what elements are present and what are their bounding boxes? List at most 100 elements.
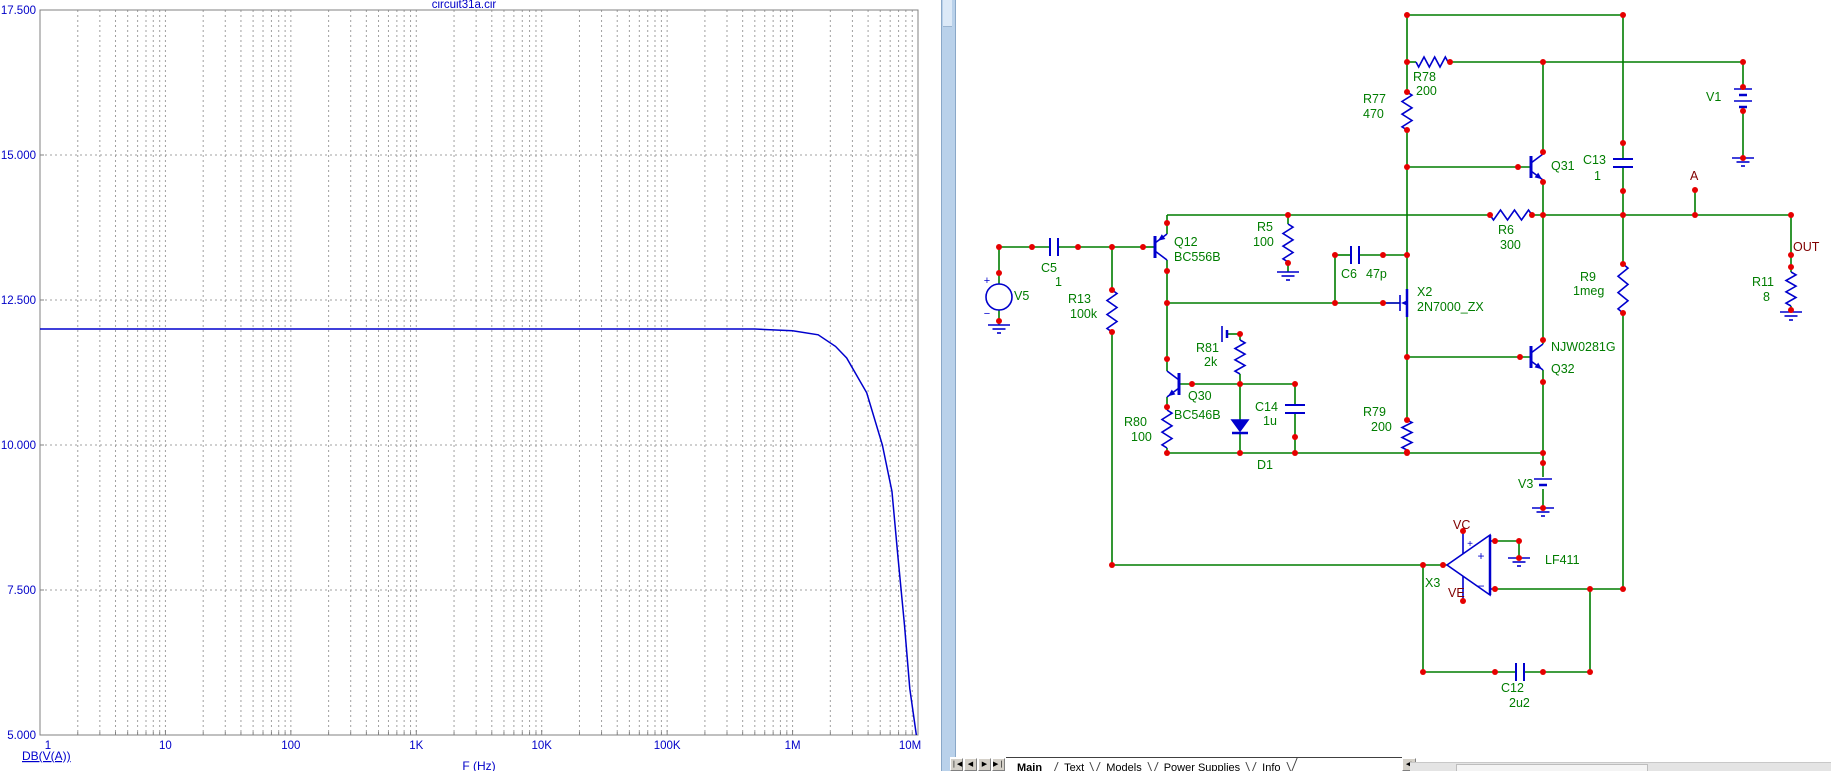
- component-label[interactable]: Q12: [1174, 235, 1198, 249]
- component-label[interactable]: X2: [1417, 285, 1432, 299]
- component-label[interactable]: C5: [1041, 261, 1057, 275]
- schematic-canvas[interactable]: +−+−+R78200R77470V1Q31 C131R6300R5100C6 47…: [0, 0, 1831, 771]
- component-V1[interactable]: [1734, 88, 1752, 109]
- tab-text[interactable]: Text: [1053, 762, 1095, 771]
- component-Q32[interactable]: [1529, 343, 1544, 371]
- component-label[interactable]: R77: [1363, 92, 1386, 106]
- schematic: +−+−+R78200R77470V1Q31 C131R6300R5100C6 47…: [984, 12, 1820, 710]
- component-R6[interactable]: [1489, 208, 1533, 222]
- component-label[interactable]: 2u2: [1509, 696, 1530, 710]
- junction-dot: [1740, 84, 1746, 90]
- component-label[interactable]: C13: [1583, 153, 1606, 167]
- component-label[interactable]: 47p: [1366, 267, 1387, 281]
- component-label[interactable]: 100k: [1070, 307, 1098, 321]
- component-label[interactable]: 200: [1416, 84, 1437, 98]
- component-label[interactable]: 300: [1500, 238, 1521, 252]
- junction-dot: [1540, 460, 1546, 466]
- component-label[interactable]: Q30: [1188, 389, 1212, 403]
- component-label[interactable]: 200: [1371, 420, 1392, 434]
- first-page-button[interactable]: ❘◀: [950, 758, 963, 771]
- component-label[interactable]: V5: [1014, 289, 1029, 303]
- component-label[interactable]: BC546B: [1174, 408, 1221, 422]
- component-bat-small[interactable]: [1221, 326, 1229, 342]
- component-label[interactable]: R11: [1752, 275, 1774, 289]
- component-C14[interactable]: [1285, 404, 1305, 414]
- tab-main[interactable]: Main: [1006, 762, 1053, 771]
- component-R81[interactable]: [1233, 339, 1247, 375]
- component-R9[interactable]: [1616, 263, 1630, 314]
- component-label[interactable]: 1: [1594, 169, 1601, 183]
- component-Q12[interactable]: [1153, 233, 1168, 261]
- component-label[interactable]: 8: [1763, 290, 1770, 304]
- component-label[interactable]: C14: [1255, 400, 1278, 414]
- component-R13[interactable]: [1105, 289, 1119, 333]
- component-label[interactable]: LF411: [1545, 553, 1580, 567]
- component-label[interactable]: 470: [1363, 107, 1384, 121]
- component-label[interactable]: R79: [1363, 405, 1386, 419]
- component-C12[interactable]: [1515, 663, 1525, 681]
- component-label[interactable]: 2N7000_ZX: [1417, 300, 1484, 314]
- component-R11[interactable]: [1784, 271, 1798, 307]
- tab-power-supplies[interactable]: Power Supplies: [1153, 762, 1251, 771]
- component-R79[interactable]: [1400, 419, 1414, 451]
- junction-dot: [1404, 164, 1410, 170]
- component-label[interactable]: 2k: [1204, 355, 1218, 369]
- component-label[interactable]: C12: [1501, 681, 1524, 695]
- junction-dot: [1516, 538, 1522, 544]
- junction-dot: [1692, 212, 1698, 218]
- component-R5[interactable]: [1281, 223, 1295, 263]
- component-label[interactable]: D1: [1257, 458, 1273, 472]
- component-label[interactable]: 1meg: [1573, 284, 1604, 298]
- component-label[interactable]: V1: [1706, 90, 1721, 104]
- junction-dots: [996, 12, 1794, 675]
- node-label-out[interactable]: OUT: [1793, 240, 1820, 254]
- component-Q31[interactable]: [1529, 153, 1544, 181]
- component-label[interactable]: BC556B: [1174, 250, 1221, 264]
- component-V3[interactable]: [1534, 478, 1552, 487]
- component-label[interactable]: R78: [1413, 70, 1436, 84]
- tab-models[interactable]: Models: [1095, 762, 1152, 771]
- component-C13[interactable]: [1613, 158, 1633, 168]
- component-label[interactable]: R6: [1498, 223, 1514, 237]
- component-Q30[interactable]: [1166, 370, 1181, 398]
- component-label[interactable]: Q31: [1551, 159, 1575, 173]
- junction-dot: [1692, 187, 1698, 193]
- component-V5[interactable]: +−: [984, 275, 1013, 320]
- junction-dot: [1540, 505, 1546, 511]
- component-label[interactable]: R80: [1124, 415, 1147, 429]
- component-R78[interactable]: [1415, 55, 1449, 69]
- component-label[interactable]: 1: [1055, 275, 1062, 289]
- last-page-button[interactable]: ▶❘: [992, 758, 1005, 771]
- component-label[interactable]: R5: [1257, 220, 1273, 234]
- junction-dot: [1492, 538, 1498, 544]
- next-page-button[interactable]: ▶: [978, 758, 991, 771]
- component-label[interactable]: R13: [1068, 292, 1091, 306]
- junction-dot: [1164, 404, 1170, 410]
- component-label[interactable]: 1u: [1263, 414, 1277, 428]
- component-C6[interactable]: [1350, 246, 1360, 264]
- tab-info[interactable]: Info: [1251, 762, 1291, 771]
- junction-dot: [1587, 669, 1593, 675]
- component-label[interactable]: R81: [1196, 341, 1219, 355]
- component-label[interactable]: 100: [1253, 235, 1274, 249]
- component-X2[interactable]: [1383, 289, 1409, 317]
- junction-dot: [1332, 300, 1338, 306]
- prev-page-button[interactable]: ◀: [964, 758, 977, 771]
- component-label[interactable]: C6: [1341, 267, 1357, 281]
- component-label[interactable]: X3: [1425, 576, 1440, 590]
- component-R77[interactable]: [1400, 91, 1414, 131]
- junction-dot: [1515, 164, 1521, 170]
- node-label-a[interactable]: A: [1690, 169, 1699, 183]
- node-label-ve[interactable]: VE: [1448, 586, 1465, 600]
- node-label-vc[interactable]: VC: [1453, 518, 1470, 532]
- component-label[interactable]: V3: [1518, 477, 1533, 491]
- component-D1[interactable]: [1230, 419, 1250, 435]
- component-C5[interactable]: [1049, 238, 1059, 256]
- component-label[interactable]: R9: [1580, 270, 1596, 284]
- junction-dot: [1164, 220, 1170, 226]
- component-label[interactable]: NJW0281G: [1551, 340, 1616, 354]
- component-label[interactable]: Q32: [1551, 362, 1575, 376]
- junction-dot: [1492, 669, 1498, 675]
- component-label[interactable]: 100: [1131, 430, 1152, 444]
- component-R80[interactable]: [1160, 409, 1174, 449]
